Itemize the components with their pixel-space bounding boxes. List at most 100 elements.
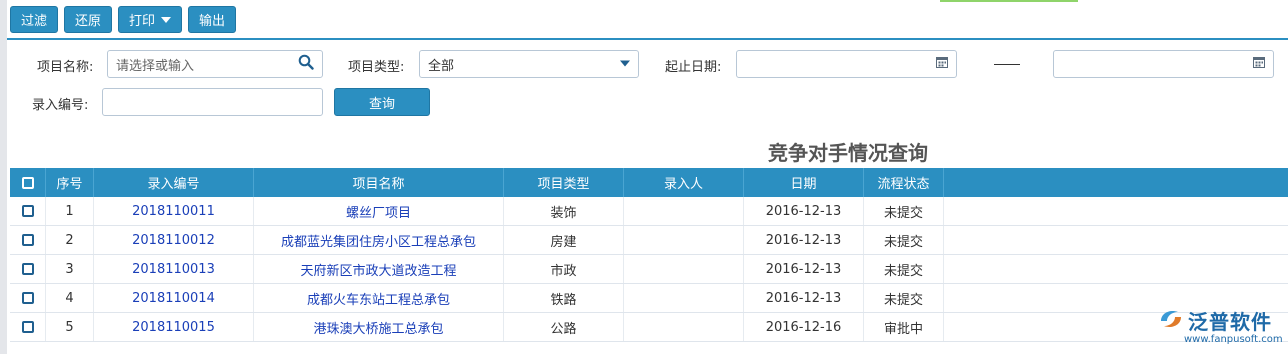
column-header[interactable]: 录入编号 (94, 168, 254, 197)
date-range-label: 起止日期: (665, 60, 722, 75)
column-header[interactable]: 项目名称 (254, 168, 504, 197)
entry-code-link[interactable]: 2018110015 (94, 313, 254, 341)
row-checkbox[interactable] (21, 234, 34, 246)
status-cell: 未提交 (864, 197, 944, 225)
project-name-link[interactable]: 天府新区市政大道改造工程 (254, 255, 504, 283)
query-button[interactable]: 查询 (334, 88, 430, 116)
left-panel-edge (0, 0, 7, 354)
project-name-link[interactable]: 螺丝厂项目 (254, 197, 504, 225)
project-type-select[interactable]: 全部 (419, 50, 639, 78)
print-button[interactable]: 打印 (118, 6, 183, 33)
row-select-cell (10, 255, 46, 283)
project-type-value: 全部 (428, 58, 455, 74)
header-select-all (10, 168, 46, 197)
table-row[interactable]: 2 2018110012 成都蓝光集团住房小区工程总承包 房建 2016-12-… (10, 226, 1288, 255)
start-date-input[interactable] (736, 50, 957, 78)
entry-code-link[interactable]: 2018110011 (94, 197, 254, 225)
filter-button[interactable]: 过滤 (10, 6, 59, 33)
column-header[interactable]: 序号 (46, 168, 94, 197)
date-cell: 2016-12-13 (744, 197, 864, 225)
calendar-icon[interactable] (1253, 56, 1265, 72)
chevron-down-icon (620, 57, 630, 72)
table-row[interactable]: 1 2018110011 螺丝厂项目 装饰 2016-12-13 未提交 (10, 197, 1288, 226)
search-icon[interactable] (298, 54, 314, 74)
date-cell: 2016-12-13 (744, 255, 864, 283)
entry-code-link[interactable]: 2018110013 (94, 255, 254, 283)
brand-logo: 泛普软件 (1158, 306, 1272, 335)
project-type-cell: 市政 (504, 255, 624, 283)
toolbar: 过滤 还原 打印 输出 (10, 6, 237, 34)
date-cell: 2016-12-13 (744, 284, 864, 312)
project-name-link[interactable]: 成都蓝光集团住房小区工程总承包 (254, 226, 504, 254)
entered-by-cell (624, 226, 744, 254)
row-number: 3 (46, 255, 94, 283)
project-name-link[interactable]: 成都火车东站工程总承包 (254, 284, 504, 312)
entered-by-cell (624, 197, 744, 225)
chevron-down-icon (161, 16, 172, 23)
date-cell: 2016-12-16 (744, 313, 864, 341)
row-filler (944, 197, 1288, 225)
project-type-cell: 公路 (504, 313, 624, 341)
top-accent-bar (940, 0, 1078, 2)
print-button-label: 打印 (129, 14, 156, 29)
fanpu-logo-icon (1158, 307, 1184, 335)
end-date-input[interactable] (1053, 50, 1274, 78)
table-row[interactable]: 5 2018110015 港珠澳大桥施工总承包 公路 2016-12-16 审批… (10, 313, 1288, 342)
toolbar-divider (7, 38, 1288, 40)
date-cell: 2016-12-13 (744, 226, 864, 254)
project-type-cell: 铁路 (504, 284, 624, 312)
entry-no-label: 录入编号: (32, 98, 89, 113)
row-checkbox[interactable] (21, 263, 34, 275)
status-cell: 未提交 (864, 255, 944, 283)
row-select-cell (10, 226, 46, 254)
table-row[interactable]: 3 2018110013 天府新区市政大道改造工程 市政 2016-12-13 … (10, 255, 1288, 284)
row-filler (944, 226, 1288, 254)
project-name-label: 项目名称: (37, 60, 94, 75)
column-header[interactable]: 流程状态 (864, 168, 944, 197)
export-button[interactable]: 输出 (188, 6, 237, 33)
restore-button-label: 还原 (75, 14, 102, 29)
report-title: 竞争对手情况查询 (768, 141, 928, 165)
table-row[interactable]: 4 2018110014 成都火车东站工程总承包 铁路 2016-12-13 未… (10, 284, 1288, 313)
filter-button-label: 过滤 (21, 14, 48, 29)
query-button-label: 查询 (368, 96, 395, 112)
entered-by-cell (624, 284, 744, 312)
row-select-cell (10, 313, 46, 341)
column-header[interactable]: 日期 (744, 168, 864, 197)
row-checkbox[interactable] (21, 205, 34, 217)
restore-button[interactable]: 还原 (64, 6, 113, 33)
brand-name: 泛普软件 (1188, 310, 1272, 334)
entered-by-cell (624, 255, 744, 283)
entry-code-link[interactable]: 2018110012 (94, 226, 254, 254)
date-range-separator (994, 64, 1020, 65)
project-type-label: 项目类型: (348, 60, 405, 75)
project-type-cell: 房建 (504, 226, 624, 254)
project-name-input[interactable]: 请选择或输入 (107, 50, 323, 78)
row-checkbox[interactable] (21, 292, 34, 304)
app-window: 过滤 还原 打印 输出 项目名称: 请选择或输入 项目类型: 全部 起止日期: … (0, 0, 1288, 354)
entry-code-link[interactable]: 2018110014 (94, 284, 254, 312)
row-checkbox[interactable] (21, 321, 34, 333)
table-header: 序号 录入编号 项目名称 项目类型 录入人 日期 流程状态 (10, 168, 1288, 197)
entered-by-cell (624, 313, 744, 341)
header-filler (944, 168, 1288, 197)
status-cell: 未提交 (864, 284, 944, 312)
brand-url: www.fanpusoft.com (1184, 334, 1283, 345)
project-type-cell: 装饰 (504, 197, 624, 225)
row-select-cell (10, 197, 46, 225)
entry-no-input[interactable] (102, 88, 323, 116)
results-table: 序号 录入编号 项目名称 项目类型 录入人 日期 流程状态 1 20181100… (10, 168, 1288, 342)
row-number: 4 (46, 284, 94, 312)
project-name-link[interactable]: 港珠澳大桥施工总承包 (254, 313, 504, 341)
row-number: 1 (46, 197, 94, 225)
export-button-label: 输出 (199, 14, 226, 29)
status-cell: 未提交 (864, 226, 944, 254)
select-all-checkbox[interactable] (21, 176, 34, 189)
column-header[interactable]: 项目类型 (504, 168, 624, 197)
column-header[interactable]: 录入人 (624, 168, 744, 197)
status-cell: 审批中 (864, 313, 944, 341)
calendar-icon[interactable] (936, 56, 948, 72)
row-number: 2 (46, 226, 94, 254)
row-filler (944, 255, 1288, 283)
project-name-placeholder: 请选择或输入 (116, 58, 195, 74)
